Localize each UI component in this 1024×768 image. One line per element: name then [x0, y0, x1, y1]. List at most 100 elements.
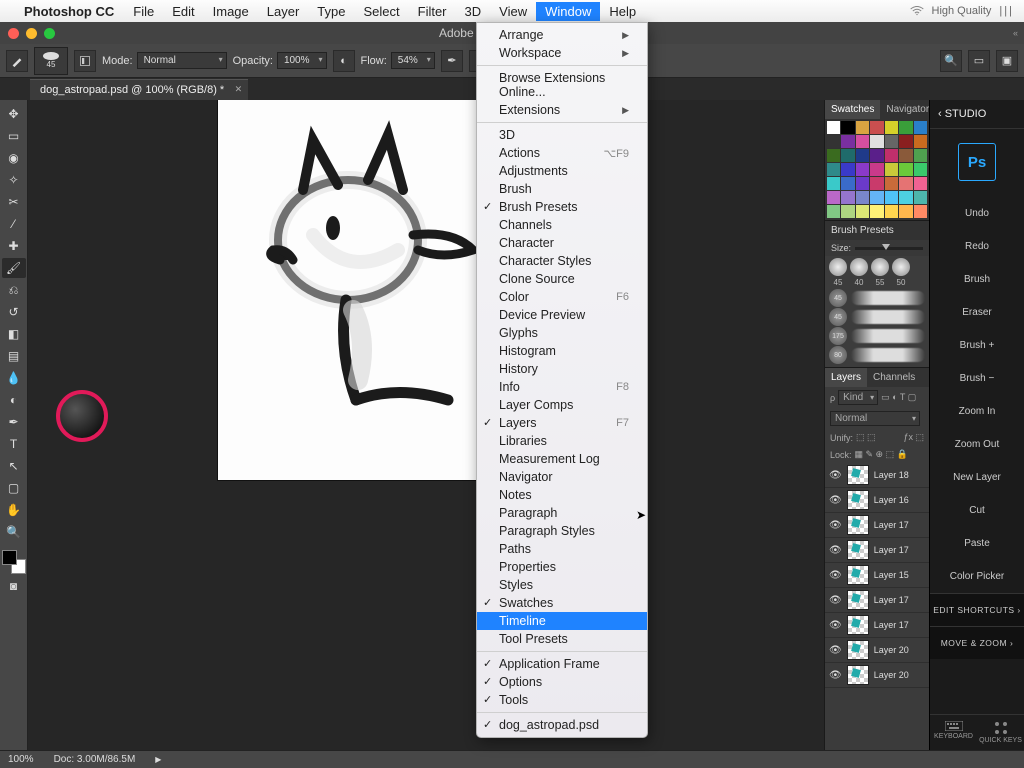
- swatch[interactable]: [899, 191, 912, 204]
- menu-help[interactable]: Help: [600, 2, 645, 21]
- swatch[interactable]: [827, 205, 840, 218]
- swatch[interactable]: [841, 205, 854, 218]
- layer-thumb[interactable]: [847, 465, 869, 485]
- wand-tool[interactable]: ✧: [2, 170, 26, 190]
- sidebar-cut[interactable]: Cut: [930, 494, 1024, 527]
- menu-item-channels[interactable]: Channels: [477, 216, 647, 234]
- brush-panel-toggle[interactable]: [74, 50, 96, 72]
- swatch[interactable]: [885, 149, 898, 162]
- swatch[interactable]: [827, 149, 840, 162]
- layer-name[interactable]: Layer 17: [874, 620, 909, 630]
- sidebar-redo[interactable]: Redo: [930, 230, 1024, 263]
- menu-item-3d[interactable]: 3D: [477, 126, 647, 144]
- lasso-tool[interactable]: ◉: [2, 148, 26, 168]
- layer-thumb[interactable]: [847, 640, 869, 660]
- menu-item-swatches[interactable]: ✓Swatches: [477, 594, 647, 612]
- swatch[interactable]: [899, 163, 912, 176]
- swatch[interactable]: [870, 177, 883, 190]
- menu-item-options[interactable]: ✓Options: [477, 673, 647, 691]
- layer-name[interactable]: Layer 16: [874, 495, 909, 505]
- edit-shortcuts-button[interactable]: EDIT SHORTCUTS ›: [930, 593, 1024, 626]
- layer-row[interactable]: 👁 Layer 17: [825, 613, 929, 638]
- eyedrop-tool[interactable]: ⁄: [2, 214, 26, 234]
- swatch[interactable]: [914, 177, 927, 190]
- menu-view[interactable]: View: [490, 2, 536, 21]
- visibility-icon[interactable]: 👁: [829, 570, 842, 581]
- layer-name[interactable]: Layer 17: [874, 520, 909, 530]
- zoom-level[interactable]: 100%: [8, 754, 34, 765]
- menu-item-extensions[interactable]: Extensions▶: [477, 101, 647, 119]
- blend-mode-select[interactable]: Normal: [137, 52, 227, 69]
- swatch[interactable]: [856, 191, 869, 204]
- menu-file[interactable]: File: [124, 2, 163, 21]
- layer-row[interactable]: 👁Layer 18: [825, 463, 929, 488]
- layer-row[interactable]: 👁 Layer 17: [825, 513, 929, 538]
- blur-tool[interactable]: 💧: [2, 368, 26, 388]
- quick-keys-toggle[interactable]: QUICK KEYS: [977, 714, 1024, 750]
- sidebar-color-picker[interactable]: Color Picker: [930, 560, 1024, 593]
- type-tool[interactable]: T: [2, 434, 26, 454]
- visibility-icon[interactable]: 👁: [829, 620, 842, 631]
- keyboard-toggle[interactable]: KEYBOARD: [930, 714, 977, 750]
- menu-item-character-styles[interactable]: Character Styles: [477, 252, 647, 270]
- sidebar-eraser[interactable]: Eraser: [930, 296, 1024, 329]
- swatch[interactable]: [870, 205, 883, 218]
- visibility-icon[interactable]: 👁: [829, 670, 842, 681]
- hand-tool[interactable]: ✋: [2, 500, 26, 520]
- layer-filter-select[interactable]: Kind: [838, 390, 878, 405]
- swatch[interactable]: [841, 121, 854, 134]
- menu-item-styles[interactable]: Styles: [477, 576, 647, 594]
- canvas-area[interactable]: [28, 100, 824, 750]
- patch-tool[interactable]: ✚: [2, 236, 26, 256]
- swatch[interactable]: [841, 177, 854, 190]
- layer-row[interactable]: 👁Layer 20: [825, 663, 929, 688]
- swatch[interactable]: [827, 191, 840, 204]
- menu-window[interactable]: Window: [536, 2, 600, 21]
- menu-item-notes[interactable]: Notes: [477, 486, 647, 504]
- menu-type[interactable]: Type: [308, 2, 354, 21]
- visibility-icon[interactable]: 👁: [829, 520, 842, 531]
- brush-preset-row[interactable]: 45: [829, 289, 925, 307]
- menu-item-device-preview[interactable]: Device Preview: [477, 306, 647, 324]
- brush-tip[interactable]: [892, 258, 910, 276]
- menu-item-histogram[interactable]: Histogram: [477, 342, 647, 360]
- layer-name[interactable]: Layer 15: [874, 570, 909, 580]
- menu-item-brush-presets[interactable]: ✓Brush Presets: [477, 198, 647, 216]
- swatch[interactable]: [856, 149, 869, 162]
- airbrush-icon[interactable]: ✒: [441, 50, 463, 72]
- layer-thumb[interactable]: [847, 540, 869, 560]
- visibility-icon[interactable]: 👁: [829, 645, 842, 656]
- brush-preset-row[interactable]: 175: [829, 327, 925, 345]
- photoshop-app-icon[interactable]: Ps: [958, 143, 996, 181]
- swatch[interactable]: [899, 205, 912, 218]
- window-menu-dropdown[interactable]: Arrange▶Workspace▶Browse Extensions Onli…: [476, 22, 648, 738]
- flow-input[interactable]: 54%: [391, 52, 435, 69]
- brush-stroke-list[interactable]: 454517580: [825, 287, 929, 367]
- brush-tool[interactable]: 🖌: [2, 258, 26, 278]
- collapse-icon[interactable]: «: [1013, 28, 1018, 38]
- swatch[interactable]: [885, 191, 898, 204]
- layer-thumb[interactable]: [847, 565, 869, 585]
- gradient-tool[interactable]: ▤: [2, 346, 26, 366]
- menu-filter[interactable]: Filter: [409, 2, 456, 21]
- pressure-opacity-icon[interactable]: ◐: [333, 50, 355, 72]
- layer-thumb[interactable]: [847, 515, 869, 535]
- layer-name[interactable]: Layer 17: [874, 545, 909, 555]
- swatch[interactable]: [841, 149, 854, 162]
- stamp-tool[interactable]: ⎌: [2, 280, 26, 300]
- menu-item-glyphs[interactable]: Glyphs: [477, 324, 647, 342]
- menu-item-color[interactable]: ColorF6: [477, 288, 647, 306]
- app-name[interactable]: Photoshop CC: [24, 4, 114, 19]
- menu-item-navigator[interactable]: Navigator: [477, 468, 647, 486]
- swatch[interactable]: [914, 163, 927, 176]
- swatch[interactable]: [914, 205, 927, 218]
- swatch[interactable]: [899, 149, 912, 162]
- menu-item-paragraph[interactable]: Paragraph: [477, 504, 647, 522]
- menu-item-measurement-log[interactable]: Measurement Log: [477, 450, 647, 468]
- layer-thumb[interactable]: [847, 490, 869, 510]
- back-to-studio[interactable]: ‹ STUDIO: [930, 100, 1024, 129]
- swatch[interactable]: [914, 191, 927, 204]
- swatches-grid[interactable]: [825, 119, 929, 220]
- brush-preset-row[interactable]: 45: [829, 308, 925, 326]
- menu-item-adjustments[interactable]: Adjustments: [477, 162, 647, 180]
